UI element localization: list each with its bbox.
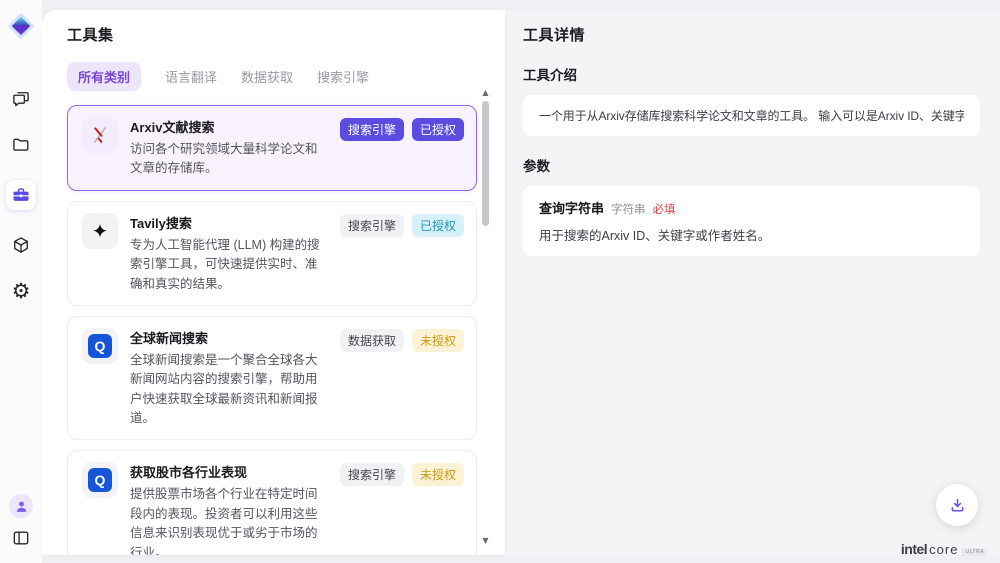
intro-heading: 工具介绍: [523, 64, 980, 84]
param-card: 查询字符串 字符串 必填 用于搜索的Arxiv ID、关键字或作者姓名。: [523, 186, 980, 256]
tool-card-sector-performance[interactable]: Q 获取股市各行业表现 提供股票市场各个行业在特定时间段内的表现。投资者可以利用…: [67, 450, 477, 555]
tab-data-acquisition[interactable]: 数据获取: [241, 62, 293, 91]
settings-gear-icon[interactable]: ⚙: [10, 280, 32, 302]
panel-toggle-icon[interactable]: [10, 527, 32, 549]
tool-card-tavily[interactable]: ✦ Tavily搜索 专为人工智能代理 (LLM) 构建的搜索引擎工具，可快速提…: [67, 201, 477, 306]
status-badge: 未授权: [412, 463, 464, 486]
category-badge: 搜索引擎: [340, 214, 404, 237]
ultra-badge: ULTRA: [962, 548, 987, 556]
param-required-badge: 必填: [653, 201, 676, 217]
tool-list-panel: 工具集 所有类别 语言翻译 数据获取 搜索引擎 Arxiv文献搜索 访问各个研究…: [42, 10, 505, 555]
category-badge: 搜索引擎: [340, 118, 404, 141]
params-heading: 参数: [523, 155, 980, 175]
tool-description: 提供股票市场各个行业在特定时间段内的表现。投资者可以利用这些信息来识别表现优于或…: [130, 485, 328, 555]
category-tabs: 所有类别 语言翻译 数据获取 搜索引擎: [67, 62, 505, 91]
tool-title: Arxiv文献搜索: [130, 117, 328, 136]
tool-description: 访问各个研究领域大量科学论文和文章的存储库。: [130, 140, 328, 179]
tab-language-translation[interactable]: 语言翻译: [165, 62, 217, 91]
download-button[interactable]: [936, 484, 978, 526]
sparkle-icon: ✦: [82, 213, 118, 249]
intro-text: 一个用于从Arxiv存储库搜索科学论文和文章的工具。 输入可以是Arxiv ID…: [539, 107, 964, 124]
tool-card-global-news[interactable]: Q 全球新闻搜索 全球新闻搜索是一个聚合全球各大新闻网站内容的搜索引擎，帮助用户…: [67, 316, 477, 441]
cube-icon[interactable]: [10, 234, 32, 256]
status-badge: 未授权: [412, 329, 464, 352]
scroll-down-arrow[interactable]: ▼: [481, 536, 490, 545]
param-description: 用于搜索的Arxiv ID、关键字或作者姓名。: [539, 225, 964, 244]
list-scrollbar[interactable]: ▲ ▼: [481, 88, 490, 545]
download-icon: [948, 496, 967, 515]
category-badge: 搜索引擎: [340, 463, 404, 486]
tool-title: 全球新闻搜索: [130, 328, 328, 347]
tool-title: 获取股市各行业表现: [130, 462, 328, 481]
folder-icon[interactable]: [10, 134, 32, 156]
category-badge: 数据获取: [340, 329, 404, 352]
user-avatar[interactable]: [9, 494, 33, 518]
tab-search-engine[interactable]: 搜索引擎: [317, 62, 369, 91]
scroll-up-arrow[interactable]: ▲: [481, 88, 490, 97]
intel-core-logo: intel core ULTRA: [901, 541, 987, 557]
tab-all-categories[interactable]: 所有类别: [67, 62, 141, 91]
details-title: 工具详情: [523, 24, 980, 45]
tool-description: 全球新闻搜索是一个聚合全球各大新闻网站内容的搜索引擎，帮助用户快速获取全球最新资…: [130, 351, 328, 429]
status-badge: 已授权: [412, 214, 464, 237]
left-sidebar: ⚙: [0, 0, 42, 563]
tool-details-panel: 工具详情 工具介绍 一个用于从Arxiv存储库搜索科学论文和文章的工具。 输入可…: [505, 10, 1000, 555]
status-badge: 已授权: [412, 118, 464, 141]
scrollbar-thumb[interactable]: [482, 101, 489, 226]
param-name: 查询字符串: [539, 198, 604, 217]
intro-card: 一个用于从Arxiv存储库搜索科学论文和文章的工具。 输入可以是Arxiv ID…: [523, 95, 980, 136]
q-logo-icon: Q: [82, 462, 118, 498]
tool-card-arxiv[interactable]: Arxiv文献搜索 访问各个研究领域大量科学论文和文章的存储库。 搜索引擎 已授…: [67, 105, 477, 191]
app-logo-icon: [7, 12, 35, 40]
page-title: 工具集: [67, 24, 505, 45]
arxiv-logo-icon: [82, 117, 118, 153]
tool-title: Tavily搜索: [130, 213, 328, 232]
toolbox-icon[interactable]: [6, 180, 36, 210]
param-type: 字符串: [611, 201, 646, 217]
tool-description: 专为人工智能代理 (LLM) 构建的搜索引擎工具，可快速提供实时、准确和真实的结…: [130, 236, 328, 294]
chat-icon[interactable]: [10, 88, 32, 110]
q-logo-icon: Q: [82, 328, 118, 364]
tool-list: Arxiv文献搜索 访问各个研究领域大量科学论文和文章的存储库。 搜索引擎 已授…: [67, 105, 477, 555]
